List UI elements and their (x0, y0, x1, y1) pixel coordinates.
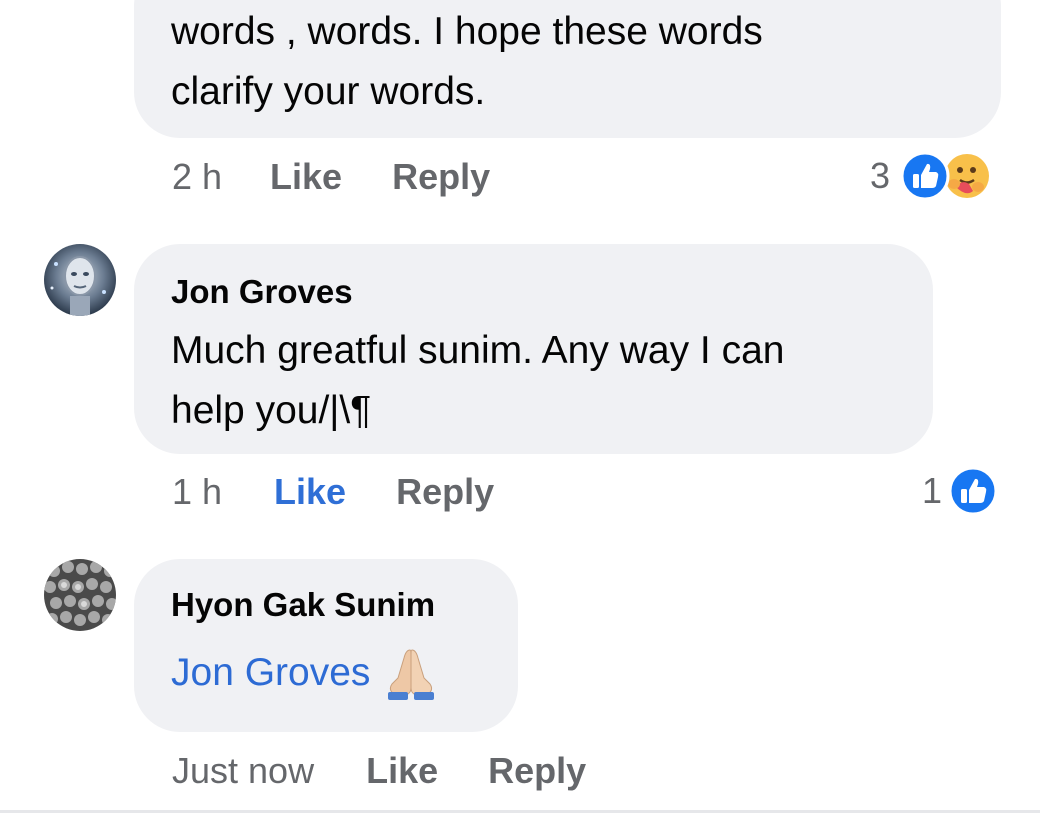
reaction-count: 3 (870, 155, 891, 196)
divider (0, 810, 1040, 813)
mention-link[interactable]: Jon Groves (171, 643, 370, 703)
avatar[interactable] (44, 559, 116, 631)
robot-avatar-image (44, 244, 116, 316)
comment-bubble: Jon Groves Much greatful sunim. Any way … (134, 244, 933, 454)
comment-actions: 1 h Like Reply (172, 470, 544, 514)
comment-text-line: words , words. I hope these words (171, 10, 763, 53)
reaction-count: 1 (922, 470, 943, 511)
comment-text-line: help you/|\¶ (171, 389, 372, 432)
reactions-summary[interactable]: 3 (870, 151, 992, 201)
comment-text-line: Jon Groves (171, 643, 518, 703)
like-button[interactable]: Like (274, 471, 346, 513)
comment-text-line: clarify your words. (171, 70, 486, 113)
comment-author[interactable]: Hyon Gak Sunim (171, 585, 518, 625)
avatar[interactable] (44, 244, 116, 316)
reactions-summary[interactable]: 1 (922, 466, 998, 516)
crowd-avatar-image (44, 559, 116, 631)
reply-button[interactable]: Reply (396, 471, 494, 513)
like-button[interactable]: Like (366, 750, 438, 792)
comment-actions: 2 h Like Reply (172, 155, 540, 199)
comment-author[interactable]: Jon Groves (171, 272, 933, 312)
comment-timestamp[interactable]: 1 h (172, 471, 222, 513)
comment-bubble: Hyon Gak Sunim Jon Groves (134, 559, 518, 732)
comment-timestamp[interactable]: 2 h (172, 156, 222, 198)
like-icon (948, 466, 998, 516)
reply-button[interactable]: Reply (488, 750, 586, 792)
comment-timestamp[interactable]: Just now (172, 750, 314, 792)
reply-button[interactable]: Reply (392, 156, 490, 198)
folded-hands-emoji (388, 649, 435, 700)
like-button[interactable]: Like (270, 156, 342, 198)
like-icon (900, 151, 950, 201)
comment-actions: Just now Like Reply (172, 749, 636, 793)
comment-text-line: Much greatful sunim. Any way I can (171, 329, 785, 372)
comment-bubble: words , words. I hope these words clarif… (134, 0, 1001, 138)
